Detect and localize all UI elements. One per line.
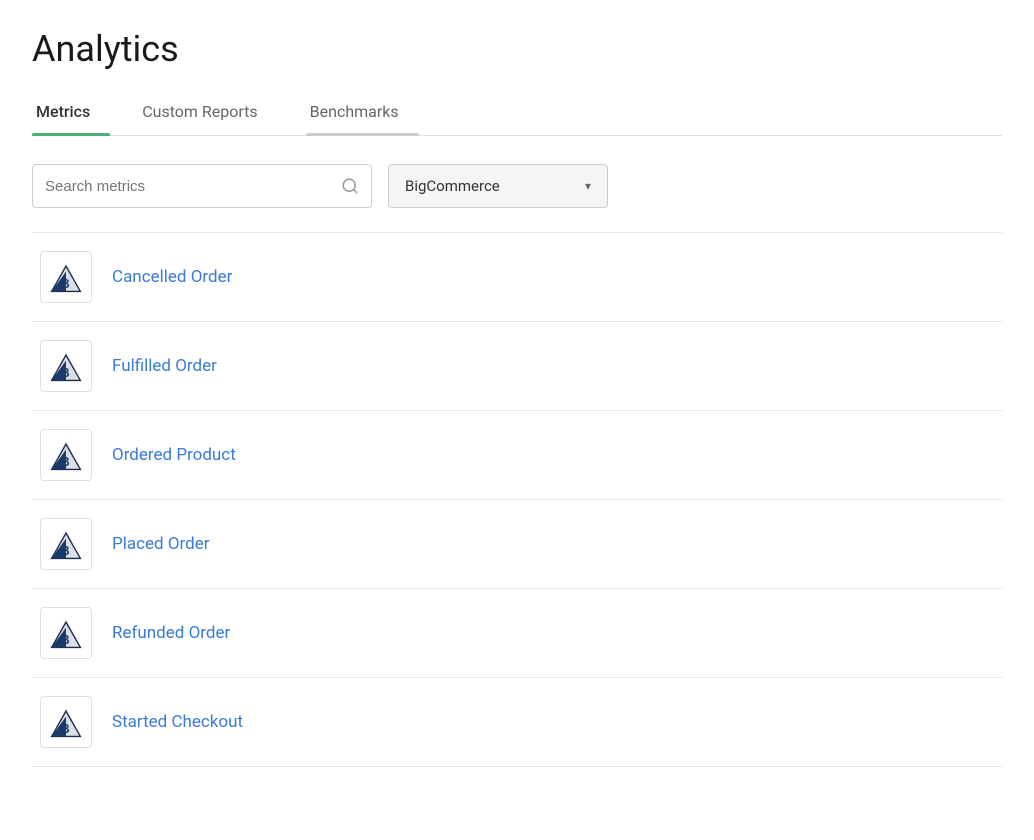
metric-item-cancelled-order[interactable]: B Cancelled Order [32, 233, 1002, 322]
search-input[interactable] [45, 178, 341, 195]
tabs-nav: Metrics Custom Reports Benchmarks [32, 90, 1002, 136]
metric-icon-fulfilled-order: B [40, 340, 92, 392]
metric-name-cancelled-order: Cancelled Order [112, 267, 232, 287]
tab-benchmarks[interactable]: Benchmarks [306, 90, 419, 135]
metric-name-placed-order: Placed Order [112, 534, 209, 554]
page-header: Analytics Metrics Custom Reports Benchma… [0, 0, 1034, 136]
metric-item-started-checkout[interactable]: B Started Checkout [32, 678, 1002, 767]
page-title: Analytics [32, 28, 1002, 70]
metric-name-ordered-product: Ordered Product [112, 445, 236, 465]
metric-name-fulfilled-order: Fulfilled Order [112, 356, 217, 376]
tab-custom-reports[interactable]: Custom Reports [138, 90, 277, 135]
platform-dropdown[interactable]: BigCommerce ▾ [388, 164, 608, 208]
metric-item-fulfilled-order[interactable]: B Fulfilled Order [32, 322, 1002, 411]
content-area: BigCommerce ▾ B Cancelled Order B [0, 136, 1034, 795]
metric-icon-cancelled-order: B [40, 251, 92, 303]
metric-icon-refunded-order: B [40, 607, 92, 659]
chevron-down-icon: ▾ [585, 179, 591, 193]
metric-item-refunded-order[interactable]: B Refunded Order [32, 589, 1002, 678]
metric-name-refunded-order: Refunded Order [112, 623, 230, 643]
metric-icon-started-checkout: B [40, 696, 92, 748]
metric-icon-ordered-product: B [40, 429, 92, 481]
metrics-list: B Cancelled Order B Fulfilled Order [32, 232, 1002, 767]
search-icon [341, 177, 359, 195]
tab-metrics[interactable]: Metrics [32, 90, 110, 135]
metric-item-placed-order[interactable]: B Placed Order [32, 500, 1002, 589]
metric-name-started-checkout: Started Checkout [112, 712, 243, 732]
filters-row: BigCommerce ▾ [32, 164, 1002, 208]
dropdown-selected: BigCommerce [405, 177, 577, 195]
metric-icon-placed-order: B [40, 518, 92, 570]
search-box[interactable] [32, 164, 372, 208]
metric-item-ordered-product[interactable]: B Ordered Product [32, 411, 1002, 500]
